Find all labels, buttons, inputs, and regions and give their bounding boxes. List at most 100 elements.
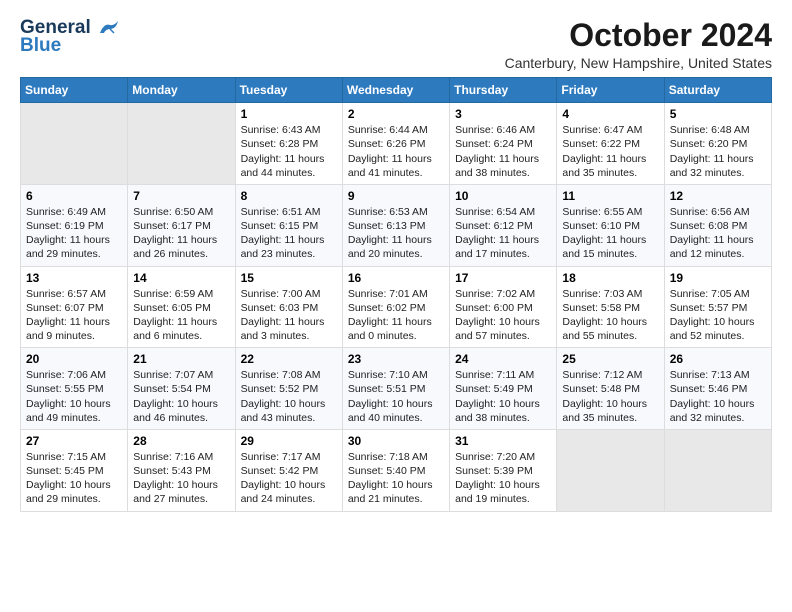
- day-info: Sunrise: 6:59 AM Sunset: 6:05 PM Dayligh…: [133, 287, 229, 344]
- table-row: 14 Sunrise: 6:59 AM Sunset: 6:05 PM Dayli…: [128, 266, 235, 348]
- day-number: 2: [348, 107, 444, 121]
- day-info: Sunrise: 6:50 AM Sunset: 6:17 PM Dayligh…: [133, 205, 229, 262]
- header-wednesday: Wednesday: [342, 78, 449, 103]
- day-info: Sunrise: 7:13 AM Sunset: 5:46 PM Dayligh…: [670, 368, 766, 425]
- day-info: Sunrise: 6:53 AM Sunset: 6:13 PM Dayligh…: [348, 205, 444, 262]
- day-info: Sunrise: 6:55 AM Sunset: 6:10 PM Dayligh…: [562, 205, 658, 262]
- day-info: Sunrise: 6:47 AM Sunset: 6:22 PM Dayligh…: [562, 123, 658, 180]
- header-saturday: Saturday: [664, 78, 771, 103]
- day-number: 25: [562, 352, 658, 366]
- day-info: Sunrise: 6:54 AM Sunset: 6:12 PM Dayligh…: [455, 205, 551, 262]
- day-info: Sunrise: 6:48 AM Sunset: 6:20 PM Dayligh…: [670, 123, 766, 180]
- day-number: 9: [348, 189, 444, 203]
- table-row: 20 Sunrise: 7:06 AM Sunset: 5:55 PM Dayli…: [21, 348, 128, 430]
- table-row: 8 Sunrise: 6:51 AM Sunset: 6:15 PM Daylig…: [235, 184, 342, 266]
- day-info: Sunrise: 7:16 AM Sunset: 5:43 PM Dayligh…: [133, 450, 229, 507]
- table-row: 10 Sunrise: 6:54 AM Sunset: 6:12 PM Dayli…: [450, 184, 557, 266]
- day-info: Sunrise: 6:56 AM Sunset: 6:08 PM Dayligh…: [670, 205, 766, 262]
- day-info: Sunrise: 6:44 AM Sunset: 6:26 PM Dayligh…: [348, 123, 444, 180]
- table-row: 6Sunrise: 6:49 AM Sunset: 6:19 PM Daylig…: [21, 184, 128, 266]
- day-number: 29: [241, 434, 337, 448]
- calendar-row: 20 Sunrise: 7:06 AM Sunset: 5:55 PM Dayli…: [21, 348, 772, 430]
- table-row: 16Sunrise: 7:01 AM Sunset: 6:02 PM Dayli…: [342, 266, 449, 348]
- day-number: 21: [133, 352, 229, 366]
- table-row: 7 Sunrise: 6:50 AM Sunset: 6:17 PM Daylig…: [128, 184, 235, 266]
- logo-bird-icon: [98, 19, 120, 37]
- day-number: 30: [348, 434, 444, 448]
- day-number: 10: [455, 189, 551, 203]
- day-info: Sunrise: 7:02 AM Sunset: 6:00 PM Dayligh…: [455, 287, 551, 344]
- table-row: [557, 429, 664, 511]
- day-info: Sunrise: 7:08 AM Sunset: 5:52 PM Dayligh…: [241, 368, 337, 425]
- day-number: 11: [562, 189, 658, 203]
- day-info: Sunrise: 6:46 AM Sunset: 6:24 PM Dayligh…: [455, 123, 551, 180]
- table-row: 21Sunrise: 7:07 AM Sunset: 5:54 PM Dayli…: [128, 348, 235, 430]
- header-tuesday: Tuesday: [235, 78, 342, 103]
- table-row: 18 Sunrise: 7:03 AM Sunset: 5:58 PM Dayli…: [557, 266, 664, 348]
- table-row: 12Sunrise: 6:56 AM Sunset: 6:08 PM Dayli…: [664, 184, 771, 266]
- calendar-row: 13Sunrise: 6:57 AM Sunset: 6:07 PM Dayli…: [21, 266, 772, 348]
- logo-text-line2: Blue: [20, 36, 120, 56]
- day-number: 7: [133, 189, 229, 203]
- day-number: 18: [562, 271, 658, 285]
- table-row: 26 Sunrise: 7:13 AM Sunset: 5:46 PM Dayli…: [664, 348, 771, 430]
- month-title: October 2024: [505, 18, 772, 53]
- day-info: Sunrise: 6:51 AM Sunset: 6:15 PM Dayligh…: [241, 205, 337, 262]
- day-number: 31: [455, 434, 551, 448]
- day-info: Sunrise: 7:06 AM Sunset: 5:55 PM Dayligh…: [26, 368, 122, 425]
- calendar-row: 1 Sunrise: 6:43 AM Sunset: 6:28 PM Daylig…: [21, 103, 772, 185]
- table-row: 31 Sunrise: 7:20 AM Sunset: 5:39 PM Dayli…: [450, 429, 557, 511]
- day-info: Sunrise: 6:49 AM Sunset: 6:19 PM Dayligh…: [26, 205, 122, 262]
- day-info: Sunrise: 7:11 AM Sunset: 5:49 PM Dayligh…: [455, 368, 551, 425]
- table-row: 9 Sunrise: 6:53 AM Sunset: 6:13 PM Daylig…: [342, 184, 449, 266]
- day-number: 19: [670, 271, 766, 285]
- header-friday: Friday: [557, 78, 664, 103]
- logo: General Blue: [20, 18, 120, 56]
- header-monday: Monday: [128, 78, 235, 103]
- weekday-header-row: Sunday Monday Tuesday Wednesday Thursday…: [21, 78, 772, 103]
- day-number: 8: [241, 189, 337, 203]
- table-row: 4 Sunrise: 6:47 AM Sunset: 6:22 PM Daylig…: [557, 103, 664, 185]
- table-row: 1 Sunrise: 6:43 AM Sunset: 6:28 PM Daylig…: [235, 103, 342, 185]
- table-row: 3 Sunrise: 6:46 AM Sunset: 6:24 PM Daylig…: [450, 103, 557, 185]
- table-row: 5 Sunrise: 6:48 AM Sunset: 6:20 PM Daylig…: [664, 103, 771, 185]
- table-row: 29 Sunrise: 7:17 AM Sunset: 5:42 PM Dayli…: [235, 429, 342, 511]
- day-number: 5: [670, 107, 766, 121]
- day-number: 22: [241, 352, 337, 366]
- table-row: [128, 103, 235, 185]
- day-info: Sunrise: 7:10 AM Sunset: 5:51 PM Dayligh…: [348, 368, 444, 425]
- day-info: Sunrise: 7:01 AM Sunset: 6:02 PM Dayligh…: [348, 287, 444, 344]
- day-number: 20: [26, 352, 122, 366]
- header: General Blue October 2024 Canterbury, Ne…: [20, 18, 772, 71]
- day-info: Sunrise: 7:17 AM Sunset: 5:42 PM Dayligh…: [241, 450, 337, 507]
- day-number: 4: [562, 107, 658, 121]
- day-number: 14: [133, 271, 229, 285]
- page: General Blue October 2024 Canterbury, Ne…: [0, 0, 792, 612]
- header-sunday: Sunday: [21, 78, 128, 103]
- table-row: 30Sunrise: 7:18 AM Sunset: 5:40 PM Dayli…: [342, 429, 449, 511]
- table-row: 23 Sunrise: 7:10 AM Sunset: 5:51 PM Dayli…: [342, 348, 449, 430]
- table-row: 17 Sunrise: 7:02 AM Sunset: 6:00 PM Dayli…: [450, 266, 557, 348]
- table-row: 13Sunrise: 6:57 AM Sunset: 6:07 PM Dayli…: [21, 266, 128, 348]
- day-info: Sunrise: 7:12 AM Sunset: 5:48 PM Dayligh…: [562, 368, 658, 425]
- table-row: 25 Sunrise: 7:12 AM Sunset: 5:48 PM Dayli…: [557, 348, 664, 430]
- table-row: 11 Sunrise: 6:55 AM Sunset: 6:10 PM Dayli…: [557, 184, 664, 266]
- day-number: 17: [455, 271, 551, 285]
- table-row: 15Sunrise: 7:00 AM Sunset: 6:03 PM Dayli…: [235, 266, 342, 348]
- title-area: October 2024 Canterbury, New Hampshire, …: [505, 18, 772, 71]
- day-info: Sunrise: 6:43 AM Sunset: 6:28 PM Dayligh…: [241, 123, 337, 180]
- day-number: 27: [26, 434, 122, 448]
- calendar-table: Sunday Monday Tuesday Wednesday Thursday…: [20, 77, 772, 511]
- table-row: 27Sunrise: 7:15 AM Sunset: 5:45 PM Dayli…: [21, 429, 128, 511]
- day-number: 23: [348, 352, 444, 366]
- table-row: [21, 103, 128, 185]
- day-info: Sunrise: 7:05 AM Sunset: 5:57 PM Dayligh…: [670, 287, 766, 344]
- day-number: 1: [241, 107, 337, 121]
- header-thursday: Thursday: [450, 78, 557, 103]
- day-info: Sunrise: 7:03 AM Sunset: 5:58 PM Dayligh…: [562, 287, 658, 344]
- table-row: 28Sunrise: 7:16 AM Sunset: 5:43 PM Dayli…: [128, 429, 235, 511]
- day-number: 26: [670, 352, 766, 366]
- day-info: Sunrise: 7:20 AM Sunset: 5:39 PM Dayligh…: [455, 450, 551, 507]
- day-number: 3: [455, 107, 551, 121]
- day-number: 24: [455, 352, 551, 366]
